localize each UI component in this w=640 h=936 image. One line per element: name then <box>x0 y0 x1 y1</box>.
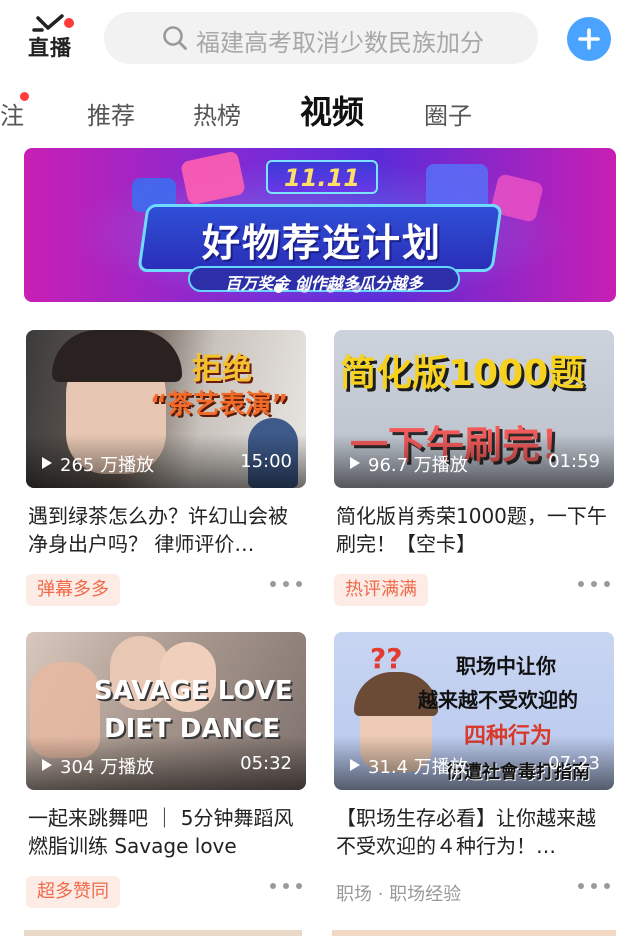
next-row-peek <box>24 930 616 936</box>
more-dots-icon[interactable] <box>578 581 610 589</box>
tab-follow[interactable]: 注 <box>0 96 24 131</box>
top-header: 直播 福建高考取消少数民族加分 <box>0 0 640 78</box>
video-thumbnail[interactable]: 拒绝 “茶艺表演” 265 万播放 15:00 <box>26 330 306 488</box>
date-pill: 11.11 <box>266 160 378 194</box>
play-icon <box>350 759 360 771</box>
pagination-dot-2[interactable] <box>300 284 309 293</box>
pagination-dot-1[interactable] <box>274 284 283 293</box>
pagination-dot-3[interactable] <box>326 284 335 293</box>
thumb-overlay-text: SAVAGE LOVE <box>94 676 293 706</box>
video-thumbnail[interactable]: 简化版1000题 一下午刷完！ 96.7 万播放 01:59 <box>334 330 614 488</box>
tab-recommend[interactable]: 推荐 <box>87 96 135 131</box>
banner-subtitle: 百万奖金 创作越多瓜分越多 <box>225 274 423 293</box>
view-count: 304 万播放 <box>60 757 155 778</box>
video-title[interactable]: 简化版肖秀荣1000题，一下午刷完！【空卡】 <box>336 502 614 558</box>
video-title[interactable]: 遇到绿茶怎么办？许幻山会被净身出户吗？ 律师评价… <box>28 502 306 558</box>
play-icon <box>42 457 52 469</box>
thumb-overlay-text: 简化版1000题 <box>340 353 585 394</box>
video-tag: 热评满满 <box>334 574 428 606</box>
video-thumbnail[interactable]: ?? 职场中让你 越来越不受欢迎的 四种行为 衍遭社會毒打指南 31.4 万播放… <box>334 632 614 790</box>
video-duration: 01:59 <box>548 451 600 472</box>
more-dots-icon[interactable] <box>578 883 610 891</box>
video-tag: 超多赞同 <box>26 876 120 908</box>
tab-video[interactable]: 视频 <box>300 87 364 133</box>
thumb-overlay-text: ?? <box>370 642 403 675</box>
plus-icon <box>578 28 600 50</box>
thumb-overlay-text: 越来越不受欢迎的 <box>418 688 578 712</box>
thumb-overlay-text: “茶艺表演” <box>150 390 289 420</box>
subtitle-pill: 百万奖金 创作越多瓜分越多 <box>188 266 460 293</box>
view-count: 31.4 万播放 <box>368 757 468 778</box>
video-duration: 05:32 <box>240 753 292 774</box>
more-dots-icon[interactable] <box>270 883 302 891</box>
play-icon <box>350 457 360 469</box>
pagination-dot-4[interactable] <box>352 284 361 293</box>
live-logo[interactable]: 直播 <box>28 14 78 62</box>
video-category[interactable]: 职场 · 职场经验 <box>336 880 461 906</box>
search-icon <box>163 26 187 50</box>
tv-logo-icon <box>32 14 64 32</box>
person-hair <box>52 330 182 382</box>
tab-circle[interactable]: 圈子 <box>424 96 472 131</box>
video-duration: 15:00 <box>240 451 292 472</box>
more-dots-icon[interactable] <box>270 581 302 589</box>
search-bar[interactable]: 福建高考取消少数民族加分 <box>104 12 538 64</box>
video-duration: 07:23 <box>548 753 600 774</box>
play-icon <box>42 759 52 771</box>
thumb-overlay-text: 职场中让你 <box>456 654 556 678</box>
video-tag: 弹幕多多 <box>26 574 120 606</box>
banner-title: 好物荐选计划 <box>201 221 442 265</box>
promo-banner[interactable]: 11.11 好物荐选计划 百万奖金 创作越多瓜分越多 <box>24 148 616 302</box>
banner-date: 11.11 <box>284 164 360 192</box>
live-dot-badge <box>64 18 74 28</box>
add-button[interactable] <box>567 17 611 61</box>
tab-hot-list[interactable]: 热榜 <box>193 96 241 131</box>
video-title[interactable]: 一起来跳舞吧 ｜ 5分钟舞蹈风燃脂训练 Savage love <box>28 804 306 860</box>
thumb-overlay-text: 拒绝 <box>192 352 252 387</box>
video-title[interactable]: 【职场生存必看】让你越来越不受欢迎的４种行为！… <box>336 804 614 860</box>
video-thumbnail[interactable]: SAVAGE LOVE DIET DANCE 304 万播放 05:32 <box>26 632 306 790</box>
view-count: 265 万播放 <box>60 455 155 476</box>
channel-tabs: 注 推荐 热榜 视频 圈子 <box>0 82 640 142</box>
view-count: 96.7 万播放 <box>368 455 468 476</box>
search-placeholder: 福建高考取消少数民族加分 <box>196 29 484 57</box>
live-logo-label: 直播 <box>28 36 72 60</box>
tab-follow-badge <box>20 92 29 101</box>
